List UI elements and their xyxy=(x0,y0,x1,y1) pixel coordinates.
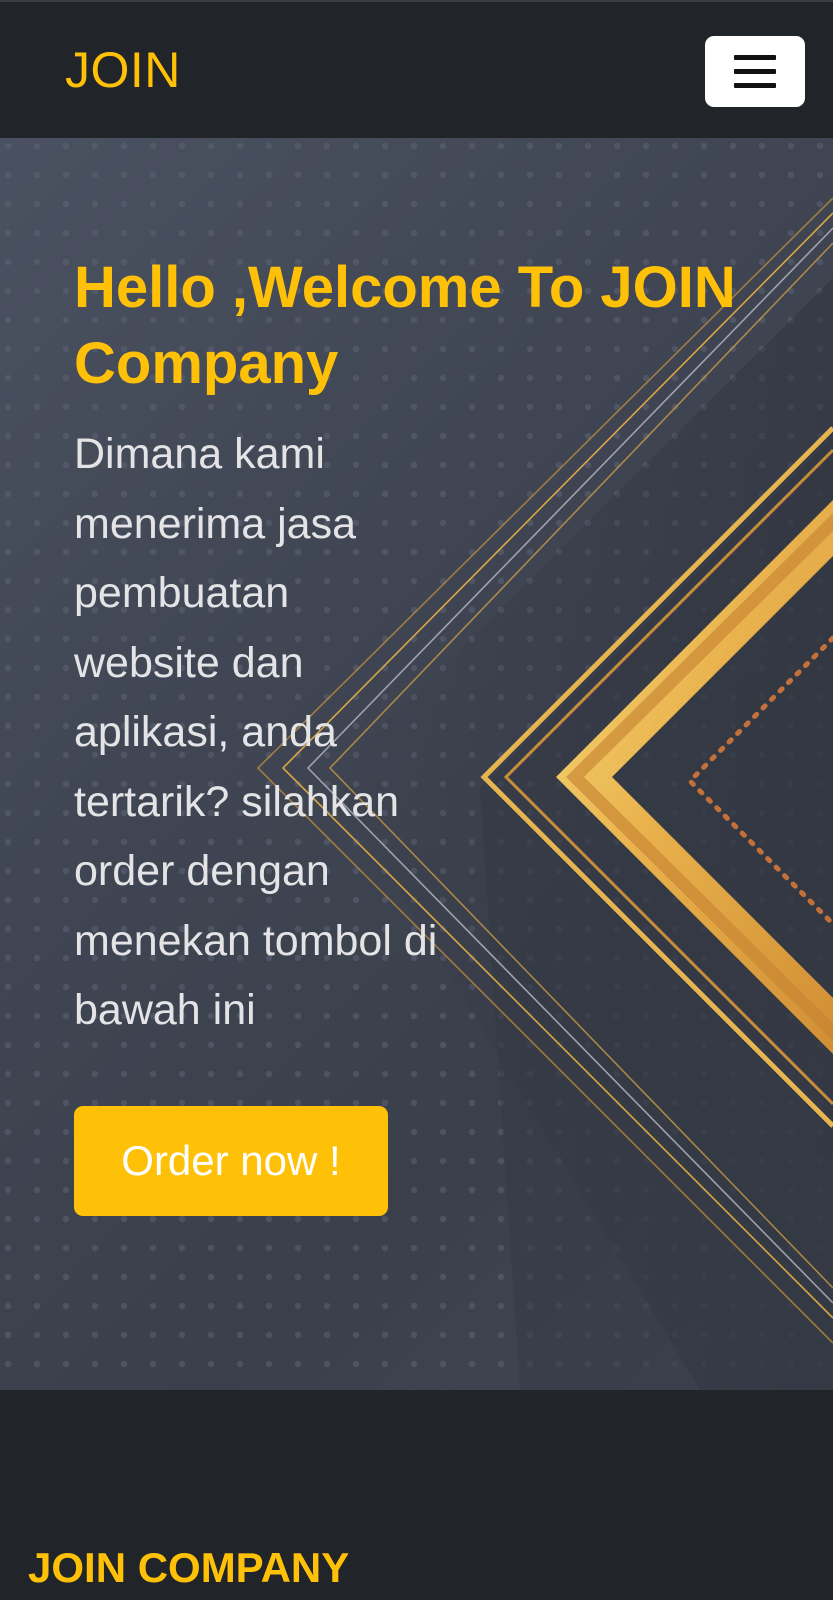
navbar: JOIN xyxy=(0,0,833,138)
navbar-toggler-button[interactable] xyxy=(705,36,805,107)
footer-section: JOIN COMPANY xyxy=(0,1390,833,1600)
brand-logo-link[interactable]: JOIN xyxy=(65,38,181,102)
hero-content: Hello ,Welcome To JOIN Company Dimana ka… xyxy=(74,250,774,1046)
order-now-button[interactable]: Order now ! xyxy=(74,1106,388,1216)
hero-title: Hello ,Welcome To JOIN Company xyxy=(74,255,736,396)
hero-section: Hello ,Welcome To JOIN Company Dimana ka… xyxy=(0,138,833,1390)
footer-company-title: JOIN COMPANY xyxy=(28,1544,350,1591)
hamburger-menu-icon xyxy=(734,55,776,88)
hero-description: Dimana kami menerima jasa pembuatan webs… xyxy=(74,430,438,1034)
